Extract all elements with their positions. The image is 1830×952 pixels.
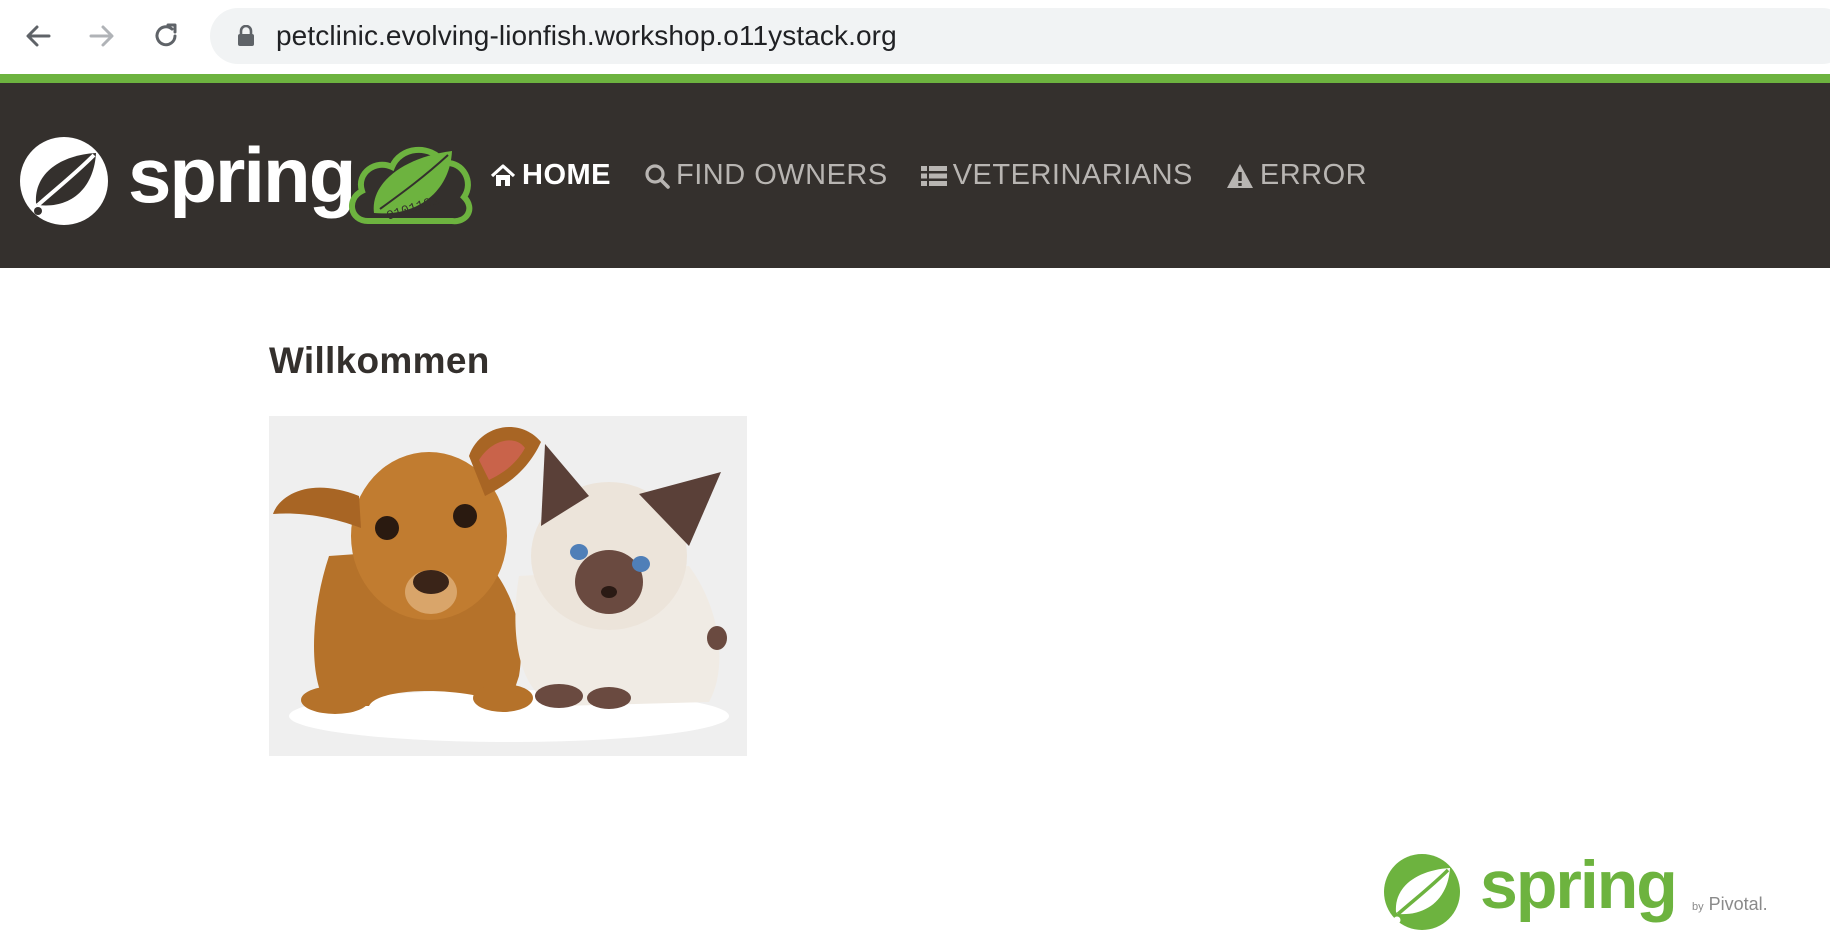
navbar: spring 0101101 HOME FIND OWNERS VETERINA… — [0, 83, 1830, 268]
footer-company: Pivotal. — [1708, 894, 1768, 914]
footer-brand-text: spring — [1480, 847, 1678, 923]
footer-by-text: by Pivotal. — [1692, 894, 1768, 915]
nav-item-home[interactable]: HOME — [490, 159, 611, 192]
warning-icon — [1226, 163, 1254, 189]
browser-toolbar: petclinic.evolving-lionfish.workshop.o11… — [0, 0, 1830, 74]
home-icon — [490, 163, 516, 188]
reload-icon — [155, 23, 177, 47]
page-title: Willkommen — [269, 340, 490, 381]
nav-item-find-owners[interactable]: FIND OWNERS — [644, 159, 888, 192]
cloud-leaf-icon: 0101101 — [349, 146, 473, 225]
search-icon — [644, 163, 670, 189]
list-icon — [920, 165, 947, 187]
nav-menu: HOME FIND OWNERS VETERINARIANS ERROR — [490, 83, 1400, 268]
nav-item-error[interactable]: ERROR — [1226, 159, 1367, 192]
forward-button[interactable] — [80, 14, 124, 58]
brand-text: spring — [128, 131, 356, 219]
lock-icon — [236, 24, 256, 48]
pets-image — [269, 416, 747, 756]
reload-button[interactable] — [144, 14, 188, 58]
arrow-left-icon — [26, 25, 51, 47]
back-button[interactable] — [16, 14, 60, 58]
brand-logo[interactable]: spring 0101101 — [16, 133, 476, 233]
footer-by-label: by — [1692, 901, 1704, 913]
footer-logo: spring by Pivotal. — [1380, 847, 1780, 940]
nav-item-label: VETERINARIANS — [952, 159, 1193, 191]
main-content: Willkommen — [269, 340, 747, 756]
accent-strip — [0, 74, 1830, 83]
address-bar[interactable]: petclinic.evolving-lionfish.workshop.o11… — [210, 8, 1830, 64]
nav-item-label: FIND OWNERS — [676, 159, 888, 191]
nav-item-label: ERROR — [1259, 159, 1368, 191]
spring-leaf-icon — [1384, 854, 1460, 930]
spring-leaf-icon — [20, 137, 108, 225]
nav-item-veterinarians[interactable]: VETERINARIANS — [920, 159, 1193, 192]
arrow-right-icon — [89, 25, 114, 47]
nav-item-label: HOME — [522, 159, 611, 191]
url-text: petclinic.evolving-lionfish.workshop.o11… — [276, 20, 897, 51]
